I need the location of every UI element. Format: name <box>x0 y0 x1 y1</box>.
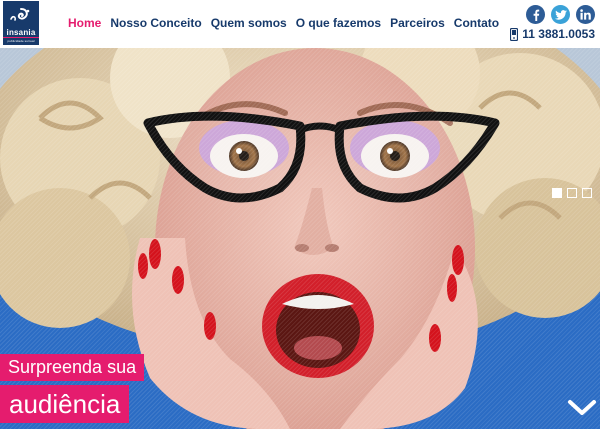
hero-slider: Surpreenda sua audiência <box>0 48 600 429</box>
site-header: insania publicidade surreal Home Nosso C… <box>0 0 600 48</box>
brand-logo[interactable]: insania publicidade surreal <box>3 1 39 45</box>
slider-dot[interactable] <box>582 188 592 198</box>
chevron-down-icon[interactable] <box>567 398 597 418</box>
social-links <box>526 5 595 24</box>
nav-contato[interactable]: Contato <box>454 16 499 30</box>
nav-nosso-conceito[interactable]: Nosso Conceito <box>110 16 201 30</box>
facebook-icon[interactable] <box>526 5 545 24</box>
nav-home[interactable]: Home <box>68 16 101 30</box>
phone-contact[interactable]: 11 3881.0053 <box>510 27 595 41</box>
brand-name: insania <box>6 28 36 37</box>
nav-parceiros[interactable]: Parceiros <box>390 16 445 30</box>
slider-dot[interactable] <box>567 188 577 198</box>
hero-caption-line1: Surpreenda sua <box>0 354 145 381</box>
nav-o-que-fazemos[interactable]: O que fazemos <box>296 16 381 30</box>
slider-dot[interactable] <box>552 188 562 198</box>
phone-number: 11 3881.0053 <box>522 27 595 41</box>
brand-tagline: publicidade surreal <box>7 39 35 43</box>
main-nav: Home Nosso Conceito Quem somos O que faz… <box>68 16 508 30</box>
phone-icon <box>510 27 519 41</box>
linkedin-icon[interactable] <box>576 5 595 24</box>
slider-dots <box>552 188 592 198</box>
twitter-icon[interactable] <box>551 5 570 24</box>
nav-quem-somos[interactable]: Quem somos <box>211 16 287 30</box>
hero-caption-line2: audiência <box>0 385 130 423</box>
